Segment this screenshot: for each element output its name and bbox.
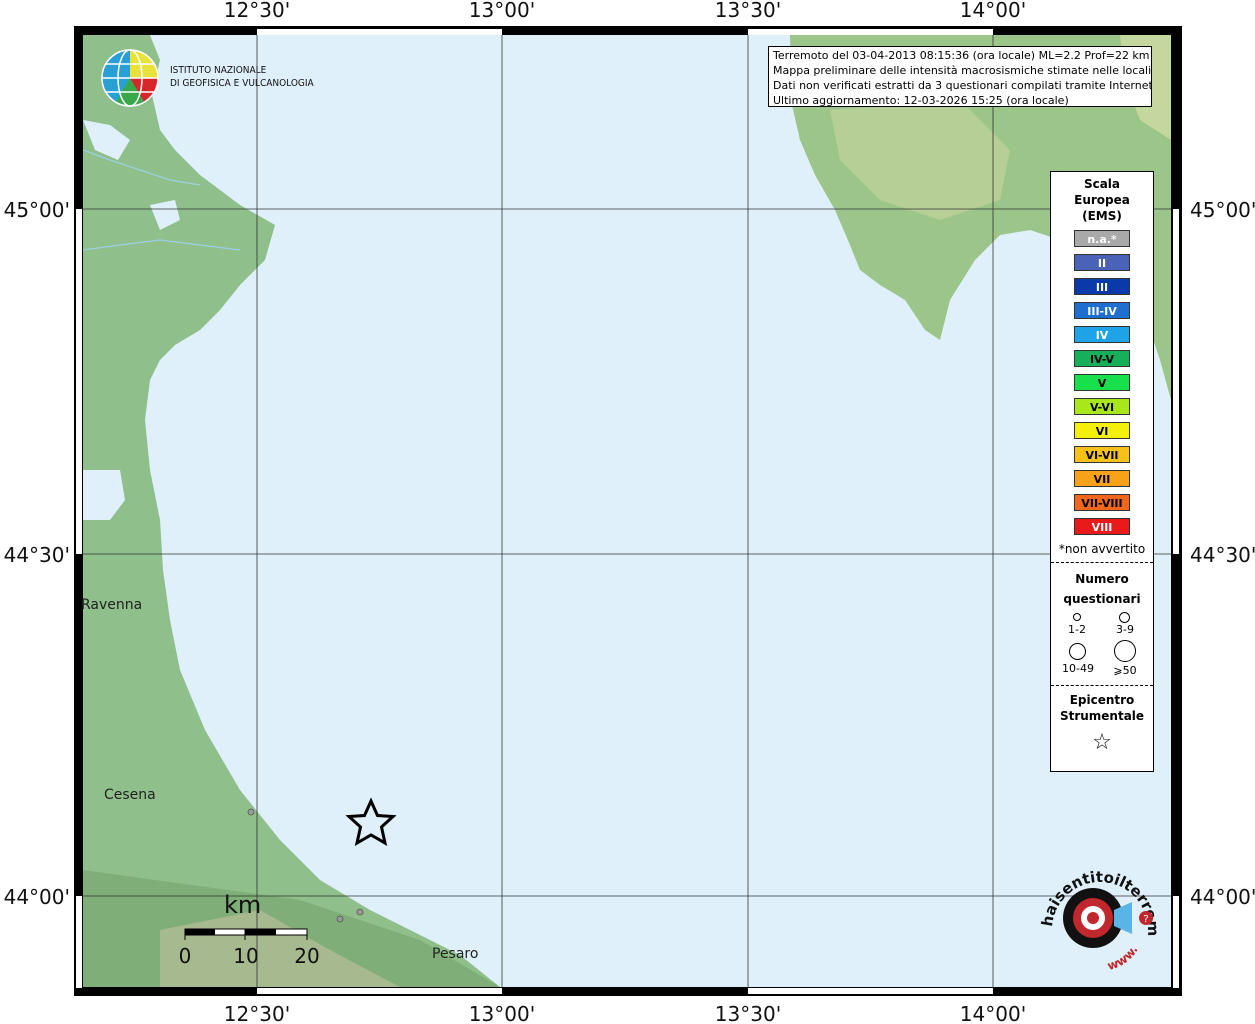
report-point — [356, 908, 364, 916]
report-point — [247, 808, 255, 816]
epicenter-title: Epicentro — [1069, 693, 1135, 707]
legend-swatch: VII — [1074, 470, 1130, 487]
epicenter-title2: Strumentale — [1059, 709, 1145, 723]
legend-title-line2: Europea — [1074, 193, 1130, 207]
lon-tick-bottom-1: 12°30' — [224, 1002, 290, 1024]
lon-tick-top-1: 12°30' — [224, 0, 290, 22]
scale-label-20: 20 — [294, 944, 319, 968]
legend-swatch: IV — [1074, 326, 1130, 343]
city-cesena: Cesena — [104, 787, 156, 803]
globe-icon — [101, 49, 159, 107]
scale-label-0: 0 — [179, 944, 192, 968]
svg-text:www.: www. — [1105, 943, 1140, 973]
legend-swatch: II — [1074, 254, 1130, 271]
lat-tick-right-1: 45°00' — [1190, 198, 1255, 222]
watermark-url: www. — [1105, 943, 1140, 973]
legend-title-line3: (EMS) — [1082, 209, 1122, 223]
legend-swatch: V — [1074, 374, 1130, 391]
count-label-1: 1-2 — [1068, 623, 1086, 636]
lon-tick-bottom-4: 14°00' — [960, 1002, 1026, 1024]
report-point — [336, 915, 344, 923]
count-title: Numero — [1075, 572, 1129, 586]
haisentito-logo: haisentitoilterremoto.it www. ? — [1031, 846, 1166, 980]
svg-text:?: ? — [1143, 914, 1148, 925]
legend-swatch: IV-V — [1074, 350, 1130, 367]
scale-unit: km — [224, 891, 261, 919]
lon-tick-top-2: 13°00' — [469, 0, 535, 22]
info-line3: Dati non verificati estratti da 3 questi… — [773, 79, 1152, 92]
count-label-4: ⩾50 — [1113, 664, 1137, 677]
haisentito-target-icon: haisentitoilterremoto.it www. ? — [1031, 846, 1162, 973]
legend-swatch: VI — [1074, 422, 1130, 439]
lat-tick-left-3: 44°00' — [4, 885, 70, 909]
legend-swatch: VIII — [1074, 518, 1130, 535]
scale-label-10: 10 — [233, 944, 258, 968]
legend-divider — [1051, 562, 1153, 563]
legend-swatch: V-VI — [1074, 398, 1130, 415]
circle-large-icon — [1069, 643, 1086, 660]
lon-tick-bottom-3: 13°30' — [715, 1002, 781, 1024]
legend-swatch: VI-VII — [1074, 446, 1130, 463]
city-ravenna: Ravenna — [81, 597, 142, 613]
info-line2: Mappa preliminare delle intensità macros… — [773, 64, 1152, 77]
legend-divider — [1051, 685, 1153, 686]
institute-line2: DI GEOFISICA E VULCANOLOGIA — [170, 78, 314, 89]
institute-line1: ISTITUTO NAZIONALE — [170, 65, 267, 76]
legend-swatch: III-IV — [1074, 302, 1130, 319]
legend-title: Scala Europea (EMS) — [1051, 176, 1153, 224]
event-info-box: Terremoto del 03-04-2013 08:15:36 (ora l… — [768, 46, 1152, 107]
circle-medium-icon — [1119, 612, 1130, 623]
count-label-2: 3-9 — [1116, 623, 1134, 636]
count-title2: questionari — [1063, 592, 1141, 606]
count-symbols: 1-2 3-9 10-49 ⩾50 — [1051, 609, 1153, 679]
epicenter-legend-star-icon: ☆ — [1092, 730, 1112, 755]
circle-small-icon — [1073, 613, 1081, 621]
not-felt-note: *non avvertito — [1058, 542, 1146, 556]
legend-swatch: III — [1074, 278, 1130, 295]
lat-tick-right-3: 44°00' — [1190, 885, 1255, 909]
count-label-3: 10-49 — [1062, 662, 1094, 675]
legend-title-line1: Scala — [1083, 177, 1121, 191]
lat-tick-left-2: 44°30' — [4, 543, 70, 567]
lon-tick-top-4: 14°00' — [960, 0, 1026, 22]
ems-legend: Scala Europea (EMS) n.a.* II III III-IV IV IV… — [1050, 171, 1154, 772]
legend-swatch: VII-VIII — [1074, 494, 1130, 511]
lon-tick-bottom-2: 13°00' — [469, 1002, 535, 1024]
lon-tick-top-3: 13°30' — [715, 0, 781, 22]
info-line4: Ultimo aggiornamento: 12-03-2026 15:25 (… — [773, 94, 1069, 107]
lat-tick-right-2: 44°30' — [1190, 543, 1255, 567]
lat-tick-left-1: 45°00' — [4, 198, 70, 222]
circle-xlarge-icon — [1114, 640, 1136, 662]
info-line1: Terremoto del 03-04-2013 08:15:36 (ora l… — [773, 49, 1150, 62]
legend-swatch: n.a.* — [1074, 230, 1130, 247]
legend-swatches: n.a.* II III III-IV IV IV-V V V-VI VI VI-VII VII VI… — [1051, 230, 1153, 535]
institute-name: ISTITUTO NAZIONALE DI GEOFISICA E VULCAN… — [170, 64, 314, 90]
city-pesaro: Pesaro — [432, 946, 478, 962]
